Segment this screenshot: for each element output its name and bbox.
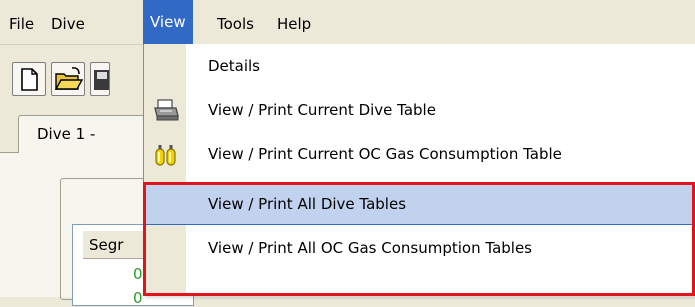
save-button[interactable] <box>90 62 110 96</box>
menu-help[interactable]: Help <box>270 10 318 38</box>
menu-item-print-all-gas-tables[interactable]: View / Print All OC Gas Consumption Tabl… <box>144 226 695 270</box>
printer-icon <box>152 97 180 123</box>
menu-item-print-all-dive-tables[interactable]: View / Print All Dive Tables <box>144 183 695 225</box>
gas-cylinders-icon <box>152 141 180 167</box>
new-document-button[interactable] <box>12 62 46 96</box>
save-icon <box>94 70 110 90</box>
new-document-icon <box>21 68 38 91</box>
grid-cell: 0 <box>133 289 143 307</box>
menu-item-details[interactable]: Details <box>144 44 695 88</box>
menu-dive[interactable]: Dive <box>44 10 92 38</box>
menu-item-label: View / Print All OC Gas Consumption Tabl… <box>208 239 532 257</box>
open-folder-icon <box>54 67 84 90</box>
menu-item-label: View / Print All Dive Tables <box>208 195 407 213</box>
menu-item-print-current-gas-table[interactable]: View / Print Current OC Gas Consumption … <box>144 132 695 176</box>
open-button[interactable] <box>51 62 85 96</box>
menu-item-label: Details <box>208 57 261 75</box>
menu-bar: File Dive View Tools Help <box>0 0 695 45</box>
menu-item-label: View / Print Current OC Gas Consumption … <box>208 145 562 163</box>
menu-item-label: View / Print Current Dive Table <box>208 101 436 119</box>
menu-item-print-current-dive-table[interactable]: View / Print Current Dive Table <box>144 88 695 132</box>
menu-view[interactable]: View <box>143 0 193 44</box>
view-menu-dropdown: Details View / Print Current Dive Table <box>143 44 695 296</box>
menu-file[interactable]: File <box>2 10 41 38</box>
menu-tools[interactable]: Tools <box>210 10 261 38</box>
grid-cell: 0 <box>133 265 143 283</box>
